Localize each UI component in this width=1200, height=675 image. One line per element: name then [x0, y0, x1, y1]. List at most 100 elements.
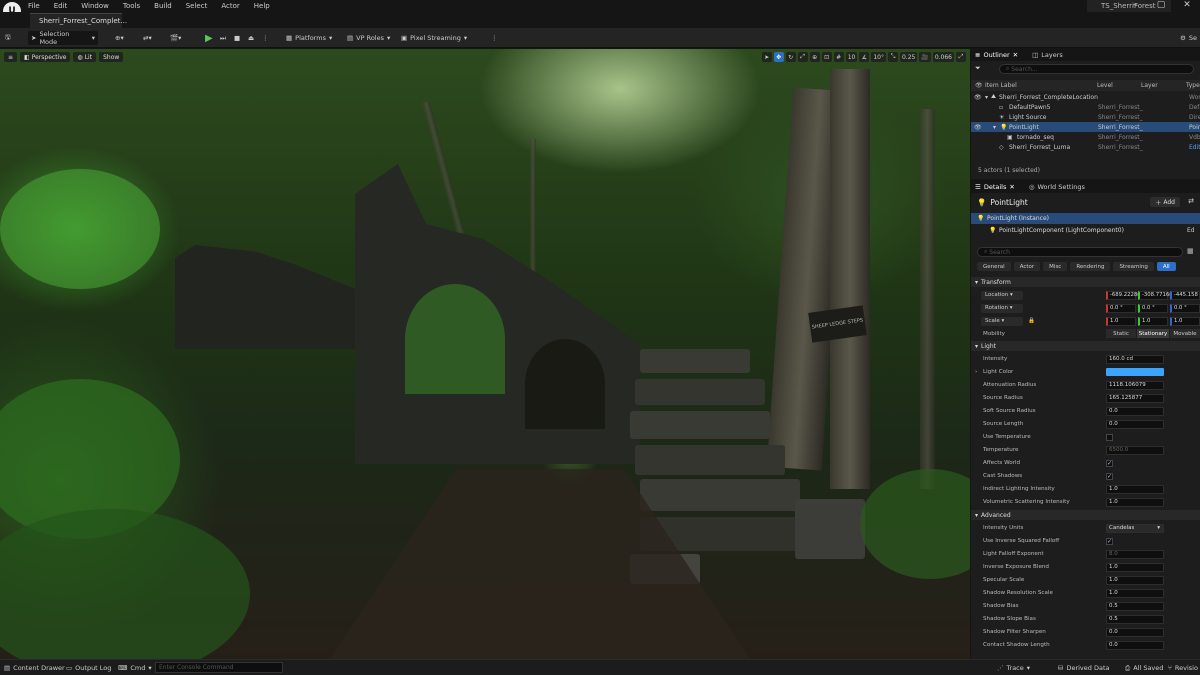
perspective-button[interactable]: ◧ Perspective [20, 52, 71, 62]
attenuation-input[interactable]: 1118.106079 [1106, 380, 1164, 390]
camera-speed-icon[interactable]: 🎥 [919, 52, 931, 62]
use-temp-checkbox[interactable] [1106, 433, 1113, 441]
specular-input[interactable]: 1.0 [1106, 575, 1164, 585]
grid-snap-value[interactable]: 10 [845, 52, 858, 62]
mobility-stationary[interactable]: Stationary [1137, 329, 1169, 338]
actor-name[interactable]: PointLight [990, 198, 1027, 207]
inverse-sq-checkbox[interactable]: ✓ [1106, 537, 1113, 545]
all-saved-button[interactable]: ⎙ All Saved [1125, 663, 1163, 673]
inv-exposure-input[interactable]: 1.0 [1106, 562, 1164, 572]
outliner-row-selected[interactable]: 👁 ▾ 💡 PointLight Sherri_Forrest_ Poin [971, 122, 1200, 132]
outliner-search-input[interactable]: ⌕ Search... [999, 64, 1194, 74]
section-advanced[interactable]: ▾ Advanced [971, 510, 1200, 520]
close-icon[interactable]: ✕ [1174, 0, 1200, 10]
outliner-row[interactable]: ▫ DefaultPawn5 Sherri_Forrest_ Defa [971, 102, 1200, 112]
eject-button[interactable]: ⏏ [245, 31, 257, 45]
menu-select[interactable]: Select [186, 2, 208, 10]
scale-y[interactable]: 1.0 [1138, 316, 1168, 326]
scale-snap-value[interactable]: 0.25 [899, 52, 918, 62]
filter-general[interactable]: General [977, 262, 1011, 271]
tab-level[interactable]: Sherri_Forrest_Complet... [30, 13, 127, 28]
intensity-units-dropdown[interactable]: Candelas ▾ [1106, 523, 1164, 533]
settings-button[interactable]: ⚙ Se [1177, 31, 1200, 45]
more-options-icon[interactable]: ⋮ [488, 31, 501, 45]
close-icon[interactable]: ✕ [1009, 183, 1014, 191]
component-edit[interactable]: Ed [1187, 227, 1195, 234]
cmd-dropdown[interactable]: ⌨ Cmd ▾ [118, 663, 152, 673]
filter-rendering[interactable]: Rendering [1070, 262, 1111, 271]
filter-all[interactable]: All [1156, 262, 1176, 271]
menu-file[interactable]: File [28, 2, 40, 10]
camera-speed-value[interactable]: 0.066 [932, 52, 954, 62]
menu-build[interactable]: Build [154, 2, 172, 10]
component-row[interactable]: 💡 PointLightComponent (LightComponent0) … [971, 225, 1200, 236]
console-input[interactable]: Enter Console Command [155, 662, 283, 673]
translate-icon[interactable]: ✥ [773, 52, 784, 62]
temperature-input[interactable]: 6500.0 [1106, 445, 1164, 455]
trace-button[interactable]: ⋰ Trace ▾ [997, 663, 1030, 673]
falloff-exp-input[interactable]: 8.0 [1106, 549, 1164, 559]
scale-z[interactable]: 1.0 [1170, 316, 1200, 326]
light-color-swatch[interactable] [1106, 368, 1164, 376]
source-length-input[interactable]: 0.0 [1106, 419, 1164, 429]
menu-window[interactable]: Window [81, 2, 109, 10]
outliner-row[interactable]: ◇ Sherri_Forrest_Luma Sherri_Forrest_ Ed… [971, 142, 1200, 152]
col-item-label[interactable]: Item Label [985, 82, 1017, 89]
filter-actor[interactable]: Actor [1013, 262, 1041, 271]
expand-icon[interactable]: ▾ [993, 124, 996, 131]
shadow-res-input[interactable]: 1.0 [1106, 588, 1164, 598]
shadow-bias-input[interactable]: 0.5 [1106, 601, 1164, 611]
outliner-row[interactable]: ☀ Light Source Sherri_Forrest_ Direc [971, 112, 1200, 122]
grid-snap-icon[interactable]: # [833, 52, 844, 62]
tab-outliner[interactable]: ≣ Outliner ✕ [975, 51, 1018, 59]
blueprint-icon[interactable]: ⇄ [1188, 197, 1194, 205]
section-transform[interactable]: ▾ Transform [971, 277, 1200, 287]
derived-data-button[interactable]: ⛁ Derived Data [1058, 663, 1110, 673]
rotation-snap-value[interactable]: 10° [871, 52, 886, 62]
cast-shadows-checkbox[interactable]: ✓ [1106, 472, 1113, 480]
rotation-y[interactable]: 0.0 ° [1138, 303, 1168, 313]
play-options-icon[interactable]: ⋮ [259, 31, 272, 45]
stop-button[interactable]: ■ [231, 31, 243, 45]
add-content-button[interactable]: ⊕▾ [112, 31, 127, 45]
save-icon[interactable]: 🖫 [2, 31, 14, 45]
tab-details[interactable]: ☰ Details ✕ [975, 183, 1015, 191]
menu-edit[interactable]: Edit [54, 2, 68, 10]
rotate-icon[interactable]: ↻ [785, 52, 796, 62]
scale-x[interactable]: 1.0 [1106, 316, 1136, 326]
scale-icon[interactable]: ⤢ [797, 52, 808, 62]
mobility-movable[interactable]: Movable [1170, 329, 1200, 338]
source-radius-input[interactable]: 165.125877 [1106, 393, 1164, 403]
contact-shadow-input[interactable]: 0.0 [1106, 640, 1164, 650]
menu-actor[interactable]: Actor [221, 2, 239, 10]
vp-roles-dropdown[interactable]: ▤ VP Roles ▾ [344, 31, 393, 45]
pixel-streaming-dropdown[interactable]: ▣ Pixel Streaming ▾ [398, 31, 470, 45]
component-instance-row[interactable]: 💡 PointLight (Instance) [971, 213, 1200, 224]
visibility-icon[interactable]: 👁 [974, 124, 982, 131]
location-y[interactable]: -308.7716( [1138, 290, 1171, 300]
surface-snap-icon[interactable]: ⊡ [821, 52, 832, 62]
filter-misc[interactable]: Misc [1043, 262, 1068, 271]
visibility-icon[interactable]: 👁 [974, 94, 982, 101]
lit-button[interactable]: ◍ Lit [73, 52, 97, 62]
cinematics-button[interactable]: 🎬▾ [167, 31, 184, 45]
details-search-input[interactable]: ⌕ Search [977, 247, 1183, 257]
world-local-icon[interactable]: ⊕ [809, 52, 820, 62]
level-viewport[interactable]: SHEEP LEDGE STEPS ≡ ◧ Perspective ◍ Lit … [0, 49, 970, 659]
outliner-row[interactable]: 👁 ▾ ⛰ Sherri_Forrest_CompleteLocation Wo… [971, 92, 1200, 102]
rotation-z[interactable]: 0.0 ° [1170, 303, 1200, 313]
mobility-static[interactable]: Static [1106, 329, 1136, 338]
platforms-dropdown[interactable]: ▦ Platforms ▾ [283, 31, 335, 45]
section-light[interactable]: ▾ Light [971, 341, 1200, 351]
close-icon[interactable]: ✕ [1013, 51, 1018, 59]
play-button[interactable]: ▶ [202, 31, 216, 45]
outliner-row[interactable]: ▣ tornado_seq Sherri_Forrest_ Vdb [971, 132, 1200, 142]
blueprint-button[interactable]: ⇄▾ [140, 31, 155, 45]
lock-icon[interactable]: 🔒 [1028, 318, 1035, 324]
maximize-icon[interactable]: ▢ [1148, 0, 1174, 10]
rotation-snap-icon[interactable]: ∡ [859, 52, 870, 62]
col-level[interactable]: Level [1097, 82, 1113, 89]
output-log-button[interactable]: ▭ Output Log [66, 663, 111, 673]
maximize-viewport-icon[interactable]: ⤢ [956, 52, 966, 62]
location-dropdown[interactable]: Location ▾ [981, 290, 1023, 300]
